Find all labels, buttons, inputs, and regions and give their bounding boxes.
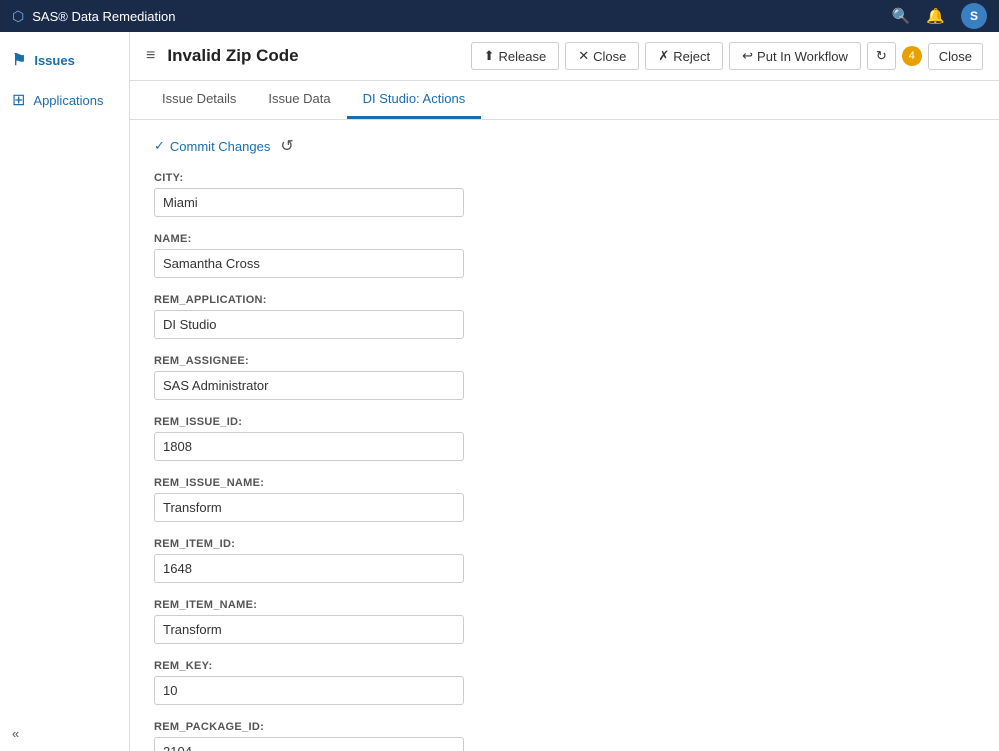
header-actions: ⬆ Release ✕ Close ✗ Reject ↩ Put In Work… bbox=[471, 42, 983, 70]
tabs: Issue Details Issue Data DI Studio: Acti… bbox=[130, 81, 999, 120]
sidebar-item-applications[interactable]: ⊞ Applications bbox=[0, 80, 129, 120]
label-city: CITY: bbox=[154, 172, 666, 184]
sidebar: ⚑ Issues ⊞ Applications « bbox=[0, 32, 130, 751]
collapse-icon: « bbox=[12, 726, 19, 741]
main-content: ≡ Invalid Zip Code ⬆ Release ✕ Close ✗ R… bbox=[130, 32, 999, 751]
release-icon: ⬆ bbox=[484, 48, 495, 64]
issue-header: ≡ Invalid Zip Code ⬆ Release ✕ Close ✗ R… bbox=[130, 32, 999, 81]
app-logo: ⬡ bbox=[12, 8, 24, 25]
field-group-rem-key: REM_KEY: bbox=[154, 660, 666, 705]
commit-bar: ✓ Commit Changes ↺ bbox=[154, 136, 666, 156]
issue-title: Invalid Zip Code bbox=[167, 46, 458, 66]
input-rem-item-id[interactable] bbox=[154, 554, 464, 583]
field-group-rem-assignee: REM_ASSIGNEE: bbox=[154, 355, 666, 400]
issues-icon: ⚑ bbox=[12, 50, 26, 70]
form-area: ✓ Commit Changes ↺ CITY: NAME: REM_APPLICA… bbox=[130, 120, 690, 751]
content-area[interactable]: ✓ Commit Changes ↺ CITY: NAME: REM_APPLICA… bbox=[130, 120, 999, 751]
menu-icon[interactable]: ≡ bbox=[146, 47, 155, 65]
field-group-rem-package-id: REM_PACKAGE_ID: bbox=[154, 721, 666, 751]
input-rem-package-id[interactable] bbox=[154, 737, 464, 751]
input-rem-application[interactable] bbox=[154, 310, 464, 339]
reject-icon: ✗ bbox=[658, 48, 669, 64]
reset-icon: ↺ bbox=[280, 138, 293, 155]
tab-issue-data[interactable]: Issue Data bbox=[252, 81, 346, 119]
reject-button[interactable]: ✗ Reject bbox=[645, 42, 723, 70]
notification-icon[interactable]: 🔔 bbox=[926, 7, 945, 25]
user-avatar[interactable]: S bbox=[961, 3, 987, 29]
sidebar-issues-label: Issues bbox=[34, 53, 74, 68]
label-rem-package-id: REM_PACKAGE_ID: bbox=[154, 721, 666, 733]
close-icon: ✕ bbox=[578, 48, 589, 64]
input-name[interactable] bbox=[154, 249, 464, 278]
field-group-name: NAME: bbox=[154, 233, 666, 278]
input-rem-issue-id[interactable] bbox=[154, 432, 464, 461]
label-rem-item-name: REM_ITEM_NAME: bbox=[154, 599, 666, 611]
field-group-rem-issue-id: REM_ISSUE_ID: bbox=[154, 416, 666, 461]
close-x-button[interactable]: Close bbox=[928, 43, 983, 70]
top-bar: ⬡ SAS® Data Remediation 🔍 🔔 S bbox=[0, 0, 999, 32]
field-group-rem-issue-name: REM_ISSUE_NAME: bbox=[154, 477, 666, 522]
sidebar-item-issues[interactable]: ⚑ Issues bbox=[0, 40, 129, 80]
label-name: NAME: bbox=[154, 233, 666, 245]
sidebar-collapse[interactable]: « bbox=[0, 716, 129, 751]
input-rem-assignee[interactable] bbox=[154, 371, 464, 400]
field-group-rem-application: REM_APPLICATION: bbox=[154, 294, 666, 339]
label-rem-issue-id: REM_ISSUE_ID: bbox=[154, 416, 666, 428]
label-rem-application: REM_APPLICATION: bbox=[154, 294, 666, 306]
close-button[interactable]: ✕ Close bbox=[565, 42, 639, 70]
input-rem-item-name[interactable] bbox=[154, 615, 464, 644]
field-group-rem-item-id: REM_ITEM_ID: bbox=[154, 538, 666, 583]
fields-container: CITY: NAME: REM_APPLICATION: REM_ASSIGNEE: R… bbox=[154, 172, 666, 751]
put-in-workflow-button[interactable]: ↩ Put In Workflow bbox=[729, 42, 861, 70]
app-title: SAS® Data Remediation bbox=[32, 9, 175, 24]
search-icon[interactable]: 🔍 bbox=[892, 7, 911, 25]
label-rem-issue-name: REM_ISSUE_NAME: bbox=[154, 477, 666, 489]
tab-issue-details[interactable]: Issue Details bbox=[146, 81, 252, 119]
commit-changes-button[interactable]: ✓ Commit Changes bbox=[154, 138, 270, 154]
top-bar-icons: 🔍 🔔 S bbox=[892, 3, 987, 29]
checkmark-icon: ✓ bbox=[154, 138, 165, 154]
label-rem-key: REM_KEY: bbox=[154, 660, 666, 672]
commit-label: Commit Changes bbox=[170, 139, 270, 154]
label-rem-assignee: REM_ASSIGNEE: bbox=[154, 355, 666, 367]
input-rem-issue-name[interactable] bbox=[154, 493, 464, 522]
input-rem-key[interactable] bbox=[154, 676, 464, 705]
app-layout: ⚑ Issues ⊞ Applications « ≡ Invalid Zip … bbox=[0, 32, 999, 751]
release-button[interactable]: ⬆ Release bbox=[471, 42, 560, 70]
tab-di-studio-actions[interactable]: DI Studio: Actions bbox=[347, 81, 482, 119]
field-group-city: CITY: bbox=[154, 172, 666, 217]
refresh-button[interactable]: ↻ bbox=[867, 42, 896, 70]
applications-icon: ⊞ bbox=[12, 90, 25, 110]
reset-button[interactable]: ↺ bbox=[280, 136, 293, 156]
count-badge: 4 bbox=[902, 46, 922, 66]
label-rem-item-id: REM_ITEM_ID: bbox=[154, 538, 666, 550]
input-city[interactable] bbox=[154, 188, 464, 217]
field-group-rem-item-name: REM_ITEM_NAME: bbox=[154, 599, 666, 644]
sidebar-applications-label: Applications bbox=[33, 93, 103, 108]
refresh-icon: ↻ bbox=[876, 48, 887, 64]
workflow-icon: ↩ bbox=[742, 48, 753, 64]
